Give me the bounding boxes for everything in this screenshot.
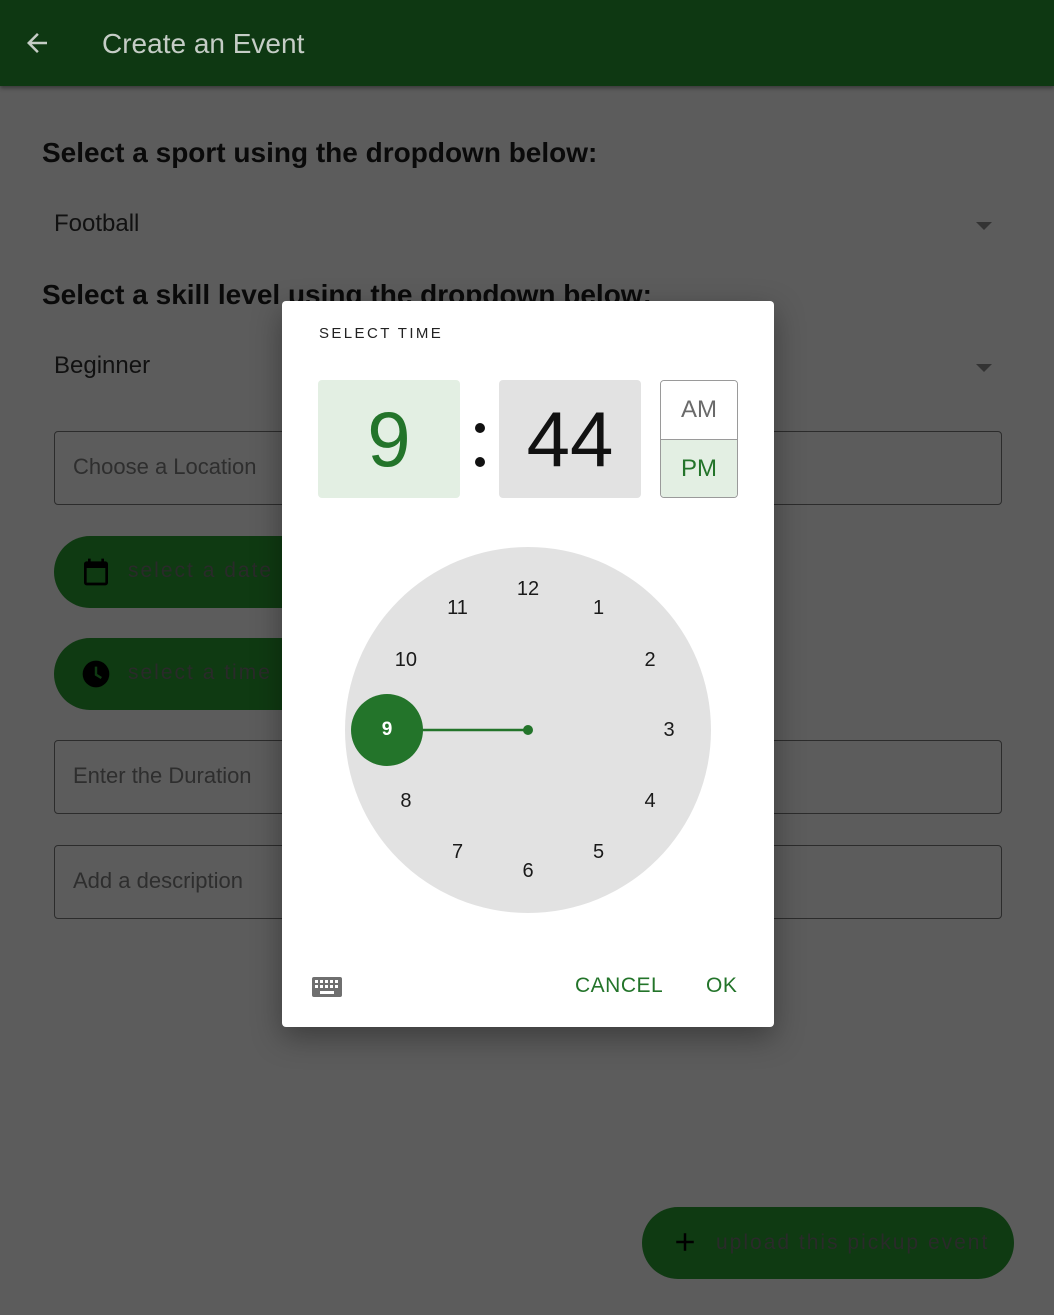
sport-dropdown[interactable]: Football	[54, 198, 1002, 254]
dial-hour-6[interactable]: 6	[508, 856, 548, 886]
app-bar: Create an Event	[0, 0, 1054, 86]
clock-icon	[82, 660, 110, 688]
skill-dropdown-value: Beginner	[54, 352, 151, 379]
location-placeholder: Choose a Location	[73, 454, 257, 479]
sport-dropdown-value: Football	[54, 210, 140, 237]
clock-dial[interactable]: 12 1 2 3 4 5 6 7 8 9 10 11	[345, 547, 711, 913]
dial-hour-4[interactable]: 4	[630, 786, 670, 816]
dial-hour-10[interactable]: 10	[386, 645, 426, 675]
ok-button[interactable]: OK	[706, 974, 737, 998]
minute-value: 44	[526, 395, 614, 483]
dial-hour-12[interactable]: 12	[508, 574, 548, 604]
select-time-label: select a time	[128, 661, 272, 684]
dial-hour-7[interactable]: 7	[438, 837, 478, 867]
upload-event-button[interactable]: upload this pickup event	[642, 1207, 1014, 1279]
pm-button[interactable]: PM	[661, 439, 737, 497]
keyboard-icon[interactable]	[312, 976, 342, 1000]
hour-display[interactable]: 9	[318, 380, 460, 498]
dial-hour-2[interactable]: 2	[630, 645, 670, 675]
dial-hour-5[interactable]: 5	[579, 837, 619, 867]
dial-hour-9[interactable]: 9	[367, 715, 407, 745]
am-button[interactable]: AM	[661, 381, 737, 439]
calendar-icon	[84, 558, 108, 586]
time-separator	[471, 419, 487, 471]
description-placeholder: Add a description	[73, 868, 243, 893]
dial-hour-3[interactable]: 3	[649, 715, 689, 745]
hour-value: 9	[367, 395, 411, 483]
dropdown-arrow-icon	[976, 222, 992, 230]
upload-event-label: upload this pickup event	[716, 1231, 990, 1254]
dial-hour-1[interactable]: 1	[579, 593, 619, 623]
am-pm-toggle: AM PM	[660, 380, 738, 498]
select-date-label: select a date	[128, 559, 274, 582]
dropdown-arrow-icon	[976, 364, 992, 372]
time-picker-dialog: SELECT TIME 9 44 AM PM 12 1 2 3 4 5 6 7 8 9 10 11 C…	[282, 301, 774, 1027]
plus-icon	[676, 1233, 694, 1251]
duration-placeholder: Enter the Duration	[73, 763, 252, 788]
minute-display[interactable]: 44	[499, 380, 641, 498]
arrow-back-icon[interactable]	[22, 28, 52, 58]
dial-hour-11[interactable]: 11	[438, 593, 478, 623]
sport-heading: Select a sport using the dropdown below:	[42, 137, 598, 168]
cancel-button[interactable]: CANCEL	[575, 974, 663, 998]
dial-hour-8[interactable]: 8	[386, 786, 426, 816]
page-title: Create an Event	[102, 28, 305, 59]
dialog-title: SELECT TIME	[319, 325, 444, 342]
clock-center-dot	[523, 725, 533, 735]
